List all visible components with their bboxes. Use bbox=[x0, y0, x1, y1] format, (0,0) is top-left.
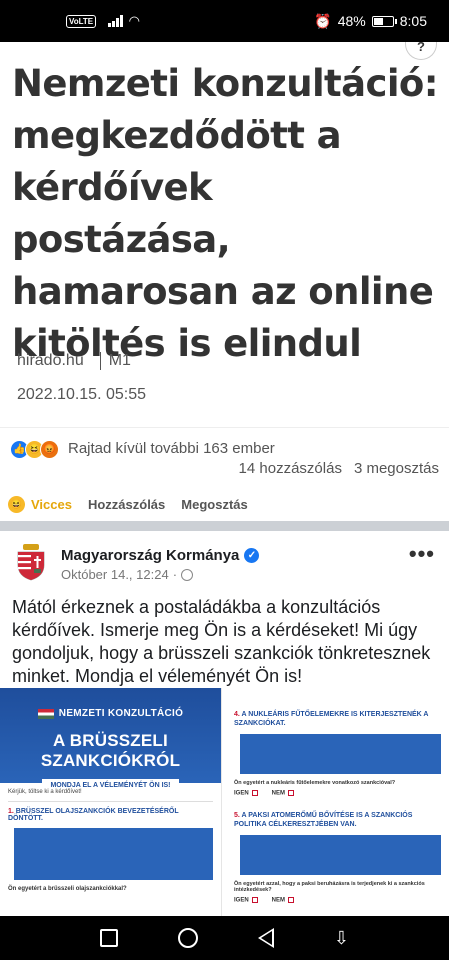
back-icon[interactable] bbox=[257, 928, 274, 948]
verified-badge-icon: ✓ bbox=[244, 548, 260, 563]
no-label: NEM bbox=[271, 897, 286, 904]
checkbox-icon bbox=[251, 896, 258, 903]
checkbox-icon bbox=[251, 790, 258, 796]
no-label: NEM bbox=[271, 790, 286, 797]
globe-icon bbox=[181, 568, 194, 581]
question-5-answers: IGEN NEM bbox=[234, 896, 441, 904]
article-preview[interactable]: ? Nemzeti konzultáció: megkezdődött a ké… bbox=[0, 40, 449, 427]
post-header: Magyarország Kormánya ✓ Október 14., 12:… bbox=[0, 531, 449, 591]
share-button[interactable]: Megosztás bbox=[181, 497, 247, 512]
source-channel: M1 bbox=[108, 352, 131, 369]
share-count[interactable]: 3 megosztás bbox=[354, 460, 439, 477]
reaction-summary[interactable]: Rajtad kívül további 163 ember bbox=[68, 440, 275, 457]
image-divider bbox=[8, 801, 213, 802]
checkbox-icon bbox=[288, 896, 295, 903]
question-1: 1. BRÜSSZEL OLAJSZANKCIÓK BEVEZETÉSÉRŐL … bbox=[8, 808, 213, 822]
article-source: hirado.hu M1 bbox=[17, 352, 131, 370]
post-images[interactable]: NEMZETI KONZULTÁCIÓ A BRÜSSZELI SZANKCIÓ… bbox=[0, 688, 449, 916]
article-date: 2022.10.15. 05:55 bbox=[17, 386, 147, 403]
status-bar: VoLTE ◠ ⏰ 48% 8:05 bbox=[0, 0, 449, 42]
clock: 8:05 bbox=[399, 13, 427, 29]
question-text: BRÜSSZEL OLAJSZANKCIÓK BEVEZETÉSÉRŐL DÖN… bbox=[8, 808, 179, 822]
haha-icon: 😆 bbox=[8, 495, 25, 513]
question-5-body bbox=[240, 834, 441, 875]
coat-of-arms-avatar[interactable] bbox=[14, 543, 48, 581]
angry-icon: 😡 bbox=[40, 440, 59, 459]
volte-icon: VoLTE bbox=[66, 14, 97, 28]
question-1-sub: Ön egyetért a brüsszeli olajszankciókkal… bbox=[8, 886, 127, 892]
reactions-bar: 👍 😆 😡 Rajtad kívül további 163 ember 14 … bbox=[0, 427, 449, 487]
source-divider bbox=[99, 352, 101, 370]
feed-divider bbox=[0, 521, 449, 531]
question-text: A NUKLEÁRIS FŰTŐELEMEKRE IS KITERJESZTEN… bbox=[234, 711, 429, 727]
question-4: 4. A NUKLEÁRIS FŰTŐELEMEKRE IS KITERJESZ… bbox=[234, 710, 441, 728]
separator-dot: · bbox=[172, 567, 178, 582]
question-5-sub: Ön egyetért azzal, hogy a paksi beruházá… bbox=[234, 880, 425, 893]
question-4-answers: IGEN NEM bbox=[234, 790, 441, 797]
question-number: 4. bbox=[234, 711, 240, 718]
consultation-cover-image[interactable]: NEMZETI KONZULTÁCIÓ A BRÜSSZELI SZANKCIÓ… bbox=[0, 688, 222, 916]
question-1-body bbox=[14, 828, 213, 880]
page-name[interactable]: Magyarország Kormánya bbox=[61, 547, 239, 564]
signal-icon bbox=[108, 15, 123, 27]
recent-apps-icon[interactable] bbox=[99, 929, 118, 947]
source-name: hirado.hu bbox=[17, 352, 84, 369]
home-icon[interactable] bbox=[177, 928, 198, 948]
battery-icon bbox=[371, 15, 397, 27]
alarm-icon: ⏰ bbox=[314, 12, 332, 29]
banner-small-title: NEMZETI KONZULTÁCIÓ bbox=[58, 708, 184, 719]
battery-percent: 48% bbox=[337, 13, 366, 29]
reaction-icons[interactable]: 👍 😆 😡 bbox=[10, 440, 59, 459]
question-number: 1. bbox=[8, 808, 14, 815]
yes-label: IGEN bbox=[234, 897, 249, 904]
yes-label: IGEN bbox=[234, 790, 249, 797]
notification-pulldown-icon[interactable]: ⇩ bbox=[334, 928, 349, 949]
post-text: Mától érkeznek a postaládákba a konzultá… bbox=[12, 597, 431, 686]
more-options-icon[interactable]: ••• bbox=[409, 543, 435, 565]
question-4-body bbox=[240, 734, 441, 774]
action-bar: 😆 Vicces Hozzászólás Megosztás bbox=[0, 487, 449, 521]
hungarian-flag-icon bbox=[37, 708, 54, 719]
question-text: A PAKSI ATOMERŐMŰ BŐVÍTÉSE IS A SZANKCIÓ… bbox=[234, 811, 413, 828]
page-name-row[interactable]: Magyarország Kormánya ✓ bbox=[61, 547, 260, 564]
comment-button[interactable]: Hozzászólás bbox=[88, 497, 165, 512]
article-headline[interactable]: Nemzeti konzultáció: megkezdődött a kérd… bbox=[12, 58, 442, 370]
question-number: 5. bbox=[234, 811, 240, 819]
reaction-label: Vicces bbox=[31, 496, 72, 512]
post-time[interactable]: Október 14., 12:24 bbox=[61, 567, 169, 582]
banner-big-title: A BRÜSSZELI SZANKCIÓKRÓL bbox=[40, 731, 181, 770]
cover-banner: NEMZETI KONZULTÁCIÓ A BRÜSSZELI SZANKCIÓ… bbox=[0, 688, 221, 792]
system-navigation-bar: ⇩ bbox=[0, 916, 449, 960]
question-5: 5. A PAKSI ATOMERŐMŰ BŐVÍTÉSE IS A SZANK… bbox=[234, 811, 441, 829]
checkbox-icon bbox=[288, 790, 295, 796]
question-4-sub: Ön egyetért a nukleáris fűtőelemekre von… bbox=[234, 780, 396, 786]
reaction-button[interactable]: 😆 Vicces bbox=[8, 495, 72, 513]
comment-count[interactable]: 14 hozzászólás bbox=[239, 460, 342, 477]
consultation-questions-image[interactable]: 4. A NUKLEÁRIS FŰTŐELEMEKRE IS KITERJESZ… bbox=[226, 688, 449, 916]
wifi-icon: ◠ bbox=[128, 13, 140, 28]
post-meta: Október 14., 12:24 · bbox=[61, 567, 194, 582]
